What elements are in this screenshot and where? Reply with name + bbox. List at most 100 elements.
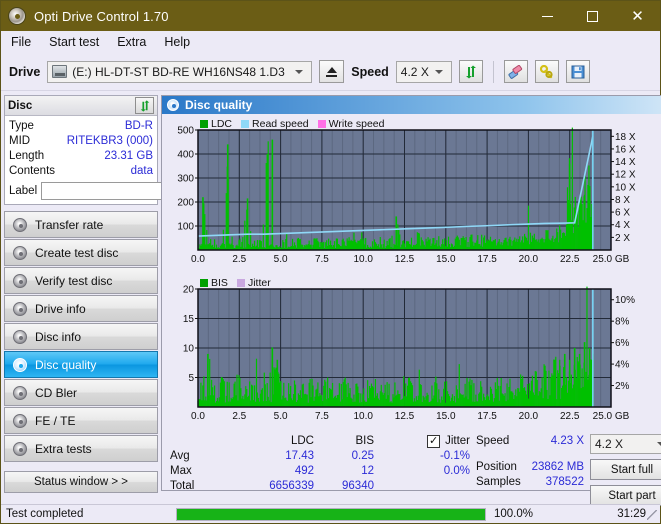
sidebar-item-label: Transfer rate	[35, 217, 104, 232]
stats-corner	[170, 434, 232, 449]
test-speed-select[interactable]: 4.2 X	[590, 434, 661, 454]
svg-text:15.0: 15.0	[436, 411, 456, 422]
start-full-button[interactable]: Start full	[590, 459, 661, 480]
erase-button[interactable]	[503, 60, 528, 83]
disc-refresh-button[interactable]	[135, 97, 154, 114]
stats-samples-value: 378522	[545, 476, 584, 488]
save-button[interactable]	[565, 60, 590, 83]
legend-item-write-speed: Write speed	[317, 118, 385, 130]
legend-label-jitter: Jitter	[247, 277, 271, 289]
sidebar-item-label: Create test disc	[35, 245, 119, 260]
svg-text:10 X: 10 X	[615, 182, 636, 193]
sidebar-item-label: Disc info	[35, 329, 82, 344]
minimize-button[interactable]	[525, 1, 570, 31]
tools-button[interactable]	[534, 60, 559, 83]
sidebar-item-drive-info[interactable]: Drive info	[4, 295, 158, 322]
svg-text:400: 400	[177, 150, 194, 161]
legend-label-read-speed: Read speed	[252, 118, 309, 130]
status-window-button[interactable]: Status window > >	[4, 471, 158, 493]
svg-text:14 X: 14 X	[615, 157, 636, 168]
progress-fill	[177, 508, 485, 520]
sidebar-item-create-test-disc[interactable]: Create test disc	[4, 239, 158, 266]
sidebar-item-disc-quality[interactable]: Disc quality	[4, 351, 158, 378]
disc-quality-panel: Disc quality LDC Read speed Write speed …	[161, 95, 661, 506]
sidebar-item-verify-test-disc[interactable]: Verify test disc	[4, 267, 158, 294]
sidebar-item-extra-tests[interactable]: Extra tests	[4, 435, 158, 462]
disc-panel-header: Disc	[5, 96, 157, 116]
menu-item-help[interactable]: Help	[164, 35, 190, 49]
disc-icon	[13, 245, 27, 260]
sidebar-item-fe-te[interactable]: FE / TE	[4, 407, 158, 434]
top-chart-svg[interactable]: 100 200 300 400 500 2 X 4 X6 X 8 X 10 X12 X 14 X 1…	[164, 116, 653, 268]
legend-label-write-speed: Write speed	[328, 118, 385, 130]
svg-text:2 X: 2 X	[615, 233, 630, 244]
stats-speed-row: Speed 4.23 X	[476, 434, 584, 455]
stats-avg-jitter: -0.1%	[439, 450, 470, 462]
maximize-button[interactable]	[570, 1, 615, 31]
svg-text:20.0: 20.0	[519, 254, 539, 265]
status-bar: Test completed 100.0% 31:29	[1, 504, 660, 523]
svg-text:20: 20	[183, 285, 195, 296]
svg-text:22.5: 22.5	[560, 411, 580, 422]
svg-text:200: 200	[177, 198, 194, 209]
disc-icon	[13, 217, 27, 232]
legend-item-bis: BIS	[200, 277, 228, 289]
start-part-button[interactable]: Start part	[590, 485, 661, 506]
stats-position-key: Position	[476, 461, 517, 473]
window-controls: ✕	[525, 1, 660, 31]
speed-select[interactable]: 4.2 X	[395, 60, 452, 83]
disc-row-mid: MID RITEKBR3 (000)	[9, 134, 153, 149]
stats-samples-row: Samples 378522	[476, 475, 584, 490]
eraser-icon	[508, 64, 523, 79]
drive-label: Drive	[9, 64, 41, 79]
stats-avg-bis: 0.25	[351, 450, 374, 462]
legend-swatch-jitter	[236, 279, 245, 287]
sidebar-item-disc-info[interactable]: Disc info	[4, 323, 158, 350]
window-title: Opti Drive Control 1.70	[34, 8, 169, 24]
drive-select[interactable]: (E:) HL-DT-ST BD-RE WH16NS48 1.D3	[47, 60, 313, 83]
svg-text:7.5: 7.5	[315, 411, 329, 422]
eject-button[interactable]	[319, 60, 345, 83]
legend-label-bis: BIS	[211, 277, 228, 289]
legend-item-jitter: Jitter	[236, 277, 271, 289]
svg-text:20.0: 20.0	[519, 411, 539, 422]
toolbar-divider	[492, 60, 494, 83]
disc-label-key: Label	[9, 185, 38, 197]
svg-text:6 X: 6 X	[615, 208, 630, 219]
jitter-header: ✓ Jitter	[374, 434, 470, 449]
legend-swatch-bis	[200, 279, 208, 287]
stats-row-max: Max 492 12 0.0%	[170, 464, 470, 479]
refresh-drive-button[interactable]	[458, 60, 483, 83]
sidebar-item-transfer-rate[interactable]: Transfer rate	[4, 211, 158, 238]
sidebar-item-label: Extra tests	[35, 441, 92, 456]
svg-text:5: 5	[188, 373, 194, 384]
svg-text:17.5: 17.5	[477, 411, 497, 422]
sidebar-nav: Transfer rate Create test disc Verify te…	[4, 211, 158, 462]
svg-text:4%: 4%	[615, 360, 630, 371]
disc-contents-key: Contents	[9, 165, 56, 177]
stats-right: Speed 4.23 X Position 23862 MB Samples 3…	[476, 434, 661, 511]
disc-mid-key: MID	[9, 135, 31, 147]
svg-text:15.0: 15.0	[436, 254, 456, 265]
svg-text:12.5: 12.5	[395, 254, 415, 265]
menu-item-file[interactable]: File	[11, 35, 31, 49]
disc-type-key: Type	[9, 120, 34, 132]
chevron-down-icon	[295, 69, 304, 74]
jitter-checkbox[interactable]: ✓	[427, 435, 441, 448]
menu-item-start-test[interactable]: Start test	[49, 35, 99, 49]
svg-text:2.5: 2.5	[232, 254, 246, 265]
disc-panel-title: Disc	[8, 99, 33, 112]
stats-speed-key: Speed	[476, 435, 510, 447]
stats-position-row: Position 23862 MB	[476, 460, 584, 475]
legend-item-read-speed: Read speed	[241, 118, 309, 130]
bottom-chart-svg[interactable]: 5 10 15 20 2% 4% 6% 8% 10% 0.0 2.5 5.0 7.5 10.0 12.5 15…	[164, 275, 653, 425]
disc-row-length: Length 23.31 GB	[9, 149, 153, 164]
menu-item-extra[interactable]: Extra	[117, 35, 146, 49]
resize-grip[interactable]	[647, 510, 657, 520]
stats-row-label: Avg	[170, 450, 190, 462]
stats-samples-key: Samples	[476, 476, 521, 488]
svg-text:25.0 GB: 25.0 GB	[593, 254, 630, 265]
close-button[interactable]: ✕	[615, 1, 660, 31]
minimize-icon	[542, 15, 553, 17]
sidebar-item-cd-bler[interactable]: CD Bler	[4, 379, 158, 406]
